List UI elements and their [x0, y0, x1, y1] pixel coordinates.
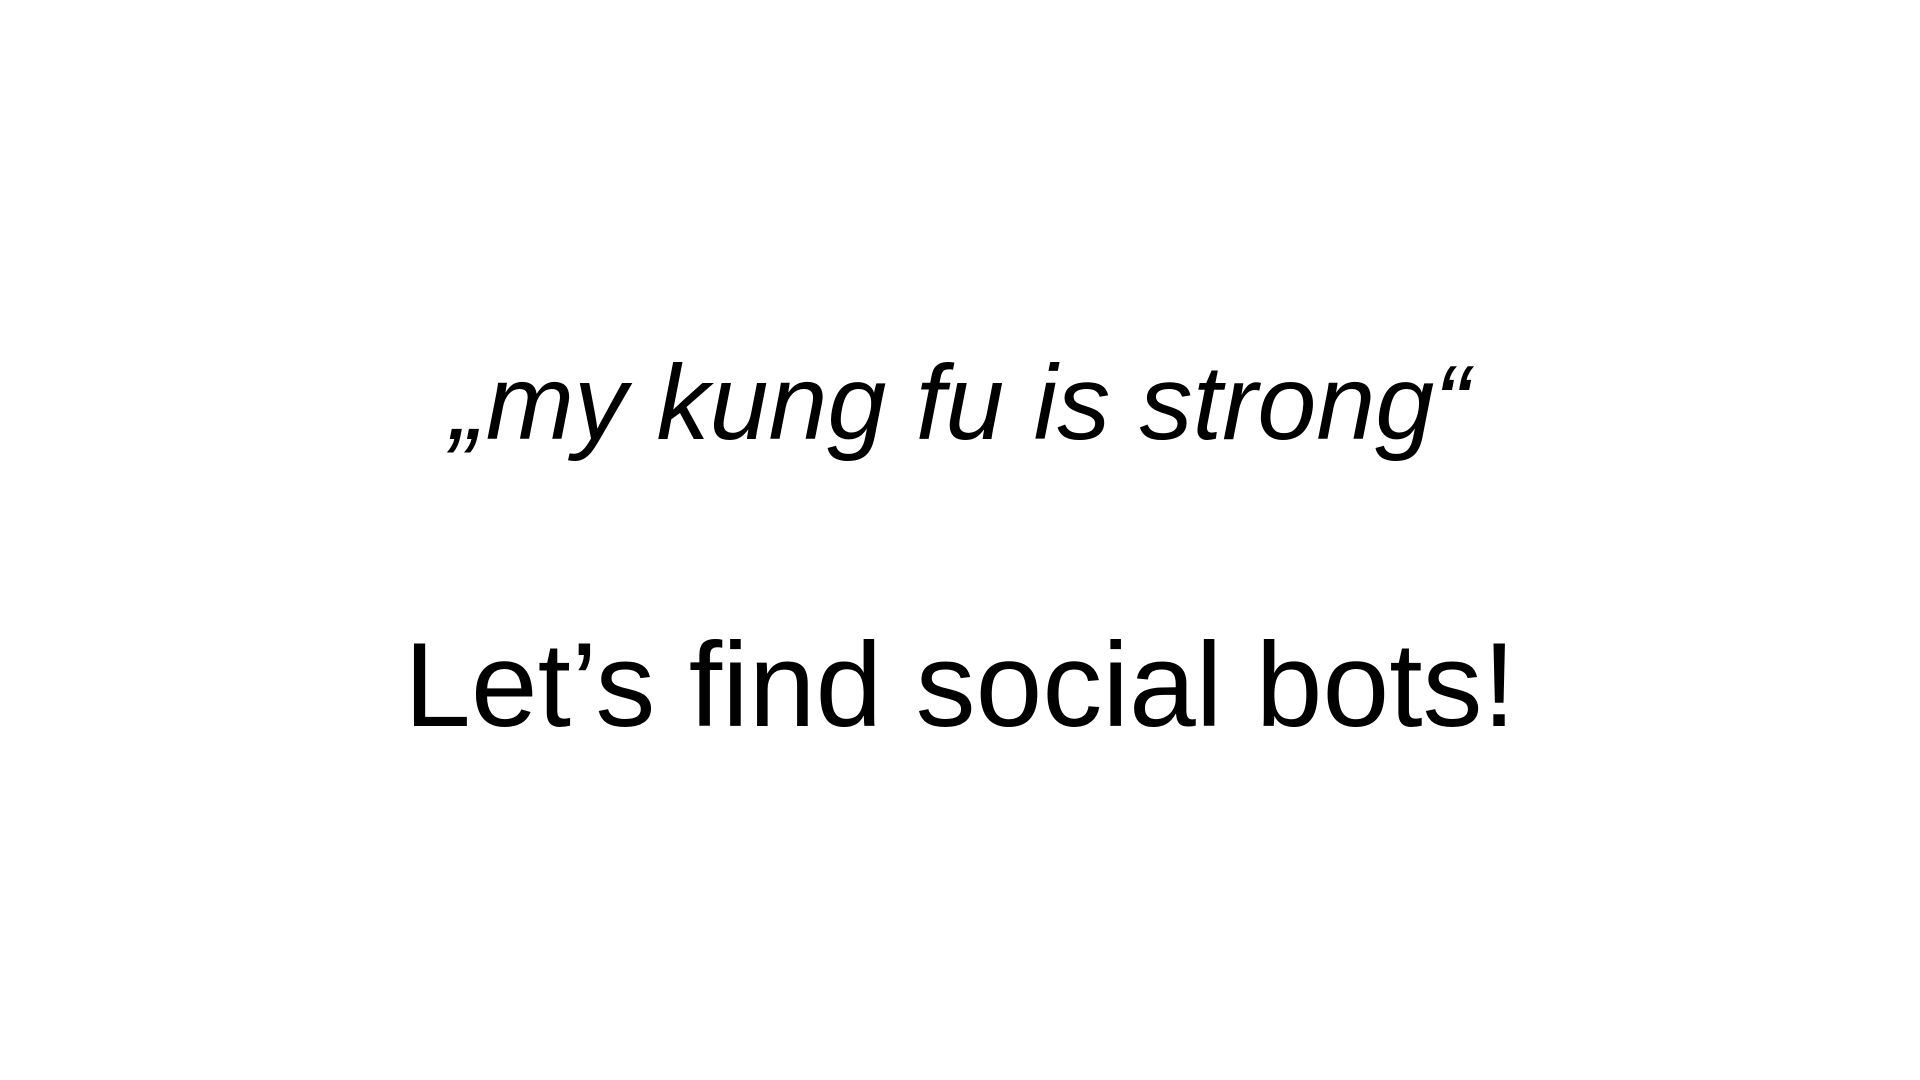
- slide-quote: „my kung fu is strong“: [450, 344, 1470, 462]
- presentation-slide: „my kung fu is strong“ Let’s find social…: [0, 0, 1920, 1080]
- slide-headline: Let’s find social bots!: [404, 618, 1516, 752]
